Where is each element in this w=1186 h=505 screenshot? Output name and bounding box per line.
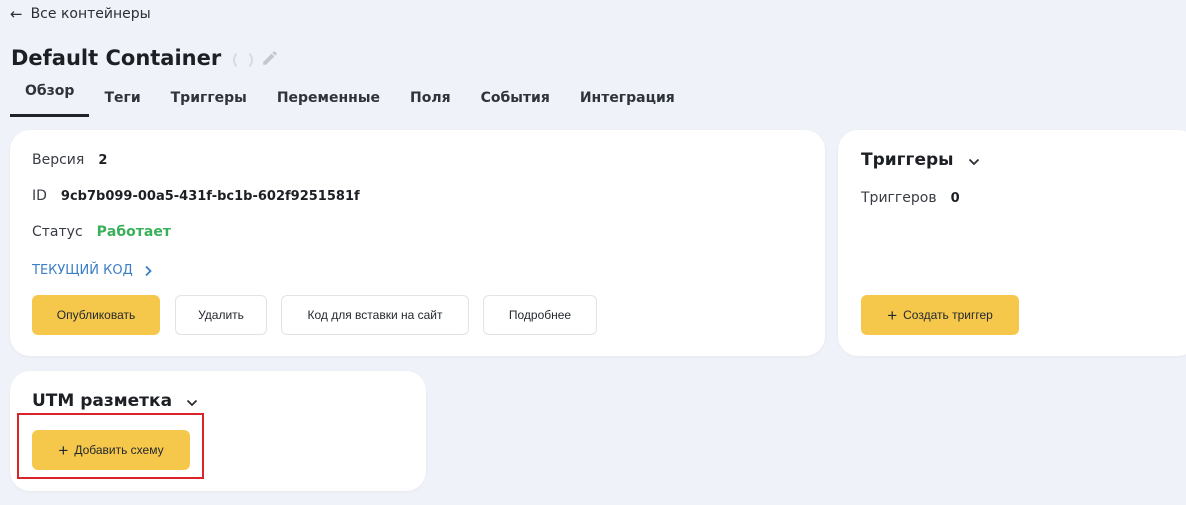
tab-bar: Обзор Теги Триггеры Переменные Поля Собы…: [10, 83, 690, 130]
status-value: Работает: [96, 224, 171, 240]
tab-integration[interactable]: Интеграция: [565, 79, 690, 117]
triggers-card-title: Триггеры: [861, 150, 954, 170]
chevron-right-icon: [145, 265, 152, 276]
status-row: Статус Работает: [32, 224, 171, 240]
add-scheme-label: Добавить схему: [74, 443, 164, 457]
utm-card-title: UTM разметка: [32, 391, 173, 411]
container-info-card: Версия 2 ID 9cb7b099-00a5-431f-bc1b-602f…: [10, 130, 825, 356]
tab-fields[interactable]: Поля: [395, 79, 466, 117]
create-trigger-button[interactable]: + Создать триггер: [861, 295, 1019, 335]
utm-card-heading[interactable]: UTM разметка: [32, 391, 198, 411]
publish-button[interactable]: Опубликовать: [32, 295, 160, 335]
triggers-count-row: Триггеров 0: [861, 190, 960, 206]
back-link[interactable]: ← Все контейнеры: [10, 6, 151, 22]
tab-triggers[interactable]: Триггеры: [156, 79, 262, 117]
plus-icon: +: [58, 440, 69, 460]
triggers-card: Триггеры Триггеров 0 + Создать триггер: [838, 130, 1186, 356]
title-row: Default Container: [11, 46, 279, 70]
id-row: ID 9cb7b099-00a5-431f-bc1b-602f9251581f: [32, 188, 360, 204]
page-title: Default Container: [11, 46, 222, 70]
current-code-link[interactable]: ТЕКУЩИЙ КОД: [32, 263, 153, 278]
tab-overview[interactable]: Обзор: [10, 79, 90, 117]
delete-button[interactable]: Удалить: [175, 295, 267, 335]
version-value: 2: [98, 152, 108, 168]
status-label: Статус: [32, 224, 83, 240]
version-label: Версия: [32, 152, 85, 168]
triggers-card-heading[interactable]: Триггеры: [861, 150, 980, 170]
page: ← Все контейнеры Default Container Обзор…: [0, 0, 1186, 505]
arrow-left-icon: ←: [10, 4, 23, 23]
utm-card: UTM разметка + Добавить схему: [10, 371, 426, 491]
back-link-label: Все контейнеры: [30, 6, 151, 22]
loading-spinner-icon: [233, 50, 254, 70]
tab-tags[interactable]: Теги: [89, 79, 155, 117]
triggers-count-value: 0: [950, 190, 960, 206]
chevron-down-icon: [968, 158, 979, 165]
id-value: 9cb7b099-00a5-431f-bc1b-602f9251581f: [60, 188, 360, 204]
plus-icon: +: [887, 305, 898, 325]
embed-code-button[interactable]: Код для вставки на сайт: [281, 295, 469, 335]
add-scheme-button[interactable]: + Добавить схему: [32, 430, 190, 470]
triggers-count-label: Триггеров: [861, 190, 937, 206]
create-trigger-label: Создать триггер: [903, 308, 993, 322]
tab-variables[interactable]: Переменные: [262, 79, 395, 117]
tab-events[interactable]: События: [466, 79, 565, 117]
details-button[interactable]: Подробнее: [483, 295, 597, 335]
current-code-label: ТЕКУЩИЙ КОД: [32, 263, 133, 278]
pencil-edit-icon[interactable]: [261, 49, 279, 67]
id-label: ID: [32, 188, 47, 204]
version-row: Версия 2: [32, 152, 107, 168]
chevron-down-icon: [186, 399, 198, 406]
